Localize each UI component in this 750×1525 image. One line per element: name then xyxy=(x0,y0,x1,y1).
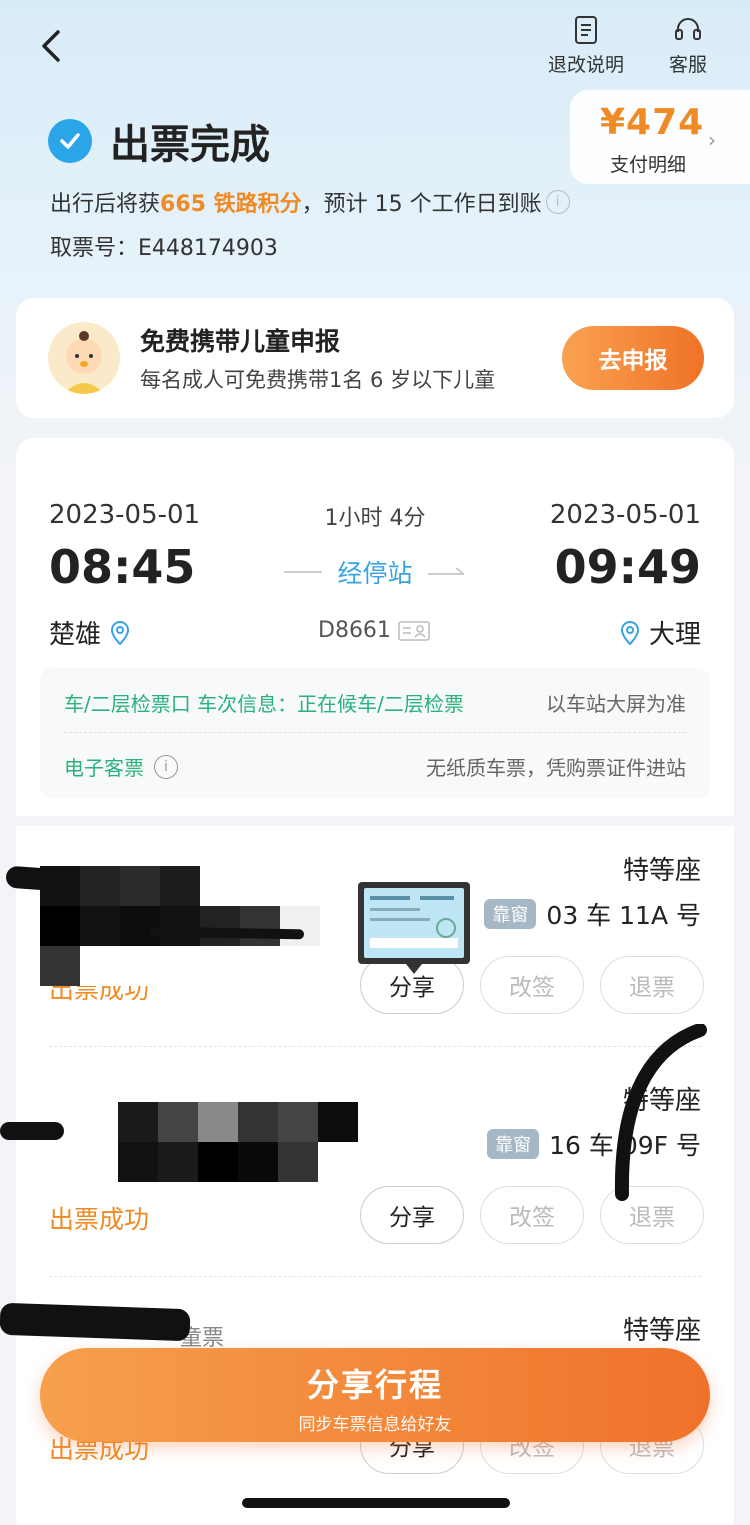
arrival-date: 2023-05-01 xyxy=(549,500,701,530)
arrival-station-name: 大理 xyxy=(648,620,701,650)
e-ticket-label[interactable]: 电子客票 i xyxy=(64,752,178,781)
popover-caret xyxy=(406,964,422,974)
train-number[interactable]: D8661 xyxy=(318,618,431,643)
arrow-right-icon xyxy=(427,567,465,575)
document-icon xyxy=(575,16,597,44)
divider xyxy=(64,732,686,733)
points-suffix: ，预计 15 个工作日到账 xyxy=(301,192,542,217)
train-info-icon xyxy=(398,620,430,641)
info-icon: i xyxy=(154,754,178,779)
window-seat-tag: 靠窗 xyxy=(484,899,537,929)
seat-info: 靠窗 03 车 11A 号 xyxy=(484,896,701,932)
arrival-time: 09:49 xyxy=(554,540,701,594)
route-line-left xyxy=(284,571,322,573)
departure-time: 08:45 xyxy=(49,540,196,594)
window-seat-tag: 靠窗 xyxy=(487,1129,540,1159)
departure-station-name: 楚雄 xyxy=(49,620,102,650)
seat-class: 特等座 xyxy=(622,856,701,886)
stops-label: 经停站 xyxy=(337,559,413,588)
refund-policy-button[interactable]: 退改说明 xyxy=(541,14,631,77)
declare-button[interactable]: 去申报 xyxy=(562,326,704,390)
train-number-text: D8661 xyxy=(318,618,391,643)
location-pin-icon xyxy=(111,620,130,645)
refund-button[interactable]: 退票 xyxy=(600,956,704,1014)
points-prefix: 出行后将获 xyxy=(50,192,161,217)
share-trip-button[interactable]: 分享行程 同步车票信息给好友 xyxy=(40,1348,710,1442)
share-trip-title: 分享行程 xyxy=(306,1366,443,1404)
points-amount: 665 铁路积分 xyxy=(160,192,302,217)
paperless-note: 无纸质车票，凭购票证件进站 xyxy=(426,756,686,780)
ticket-thumbnail xyxy=(364,888,464,958)
scribble-redaction xyxy=(0,1302,191,1342)
chevron-right-icon: › xyxy=(708,128,716,152)
child-avatar xyxy=(48,322,120,394)
payment-detail-label: 支付明细 xyxy=(610,154,687,176)
ticket-share-preview[interactable] xyxy=(358,882,470,974)
scribble-redaction xyxy=(0,1122,64,1140)
arrival-station[interactable]: 大理 xyxy=(611,614,701,651)
mosaic-redaction xyxy=(40,866,320,986)
share-button[interactable]: 分享 xyxy=(360,1186,464,1244)
back-arrow-icon xyxy=(42,30,60,62)
change-button[interactable]: 改签 xyxy=(480,956,584,1014)
change-button[interactable]: 改签 xyxy=(480,1186,584,1244)
seat-number: 03 车 11A 号 xyxy=(546,901,701,930)
train-info-box: 车/二层检票口 车次信息：正在候车/二层检票 以车站大屏为准 电子客票 i 无纸… xyxy=(40,668,710,798)
e-ticket-text: 电子客票 xyxy=(64,756,144,780)
status-title: 出票完成 xyxy=(110,122,270,168)
seat-class: 特等座 xyxy=(622,1316,701,1346)
payment-detail-card[interactable]: ¥474 支付明细 › xyxy=(570,90,750,184)
customer-service-button[interactable]: 客服 xyxy=(643,14,733,77)
location-pin-icon xyxy=(620,620,639,645)
points-info: 出行后将获 665 铁路积分 ，预计 15 个工作日到账 i xyxy=(50,186,570,218)
info-icon[interactable]: i xyxy=(545,190,570,214)
scribble-redaction xyxy=(614,1024,707,1201)
share-trip-subtitle: 同步车票信息给好友 xyxy=(298,1415,452,1435)
child-declare-title: 免费携带儿童申报 xyxy=(140,327,341,356)
order-status: 出票完成 xyxy=(48,112,270,170)
mosaic-redaction xyxy=(118,1102,358,1182)
refund-policy-label: 退改说明 xyxy=(547,54,624,76)
ticket-number: 取票号：E448174903 xyxy=(50,236,278,261)
ticket-status: 出票成功 xyxy=(49,1205,150,1234)
divider xyxy=(49,1276,701,1277)
stops-link[interactable]: 经停站 xyxy=(284,554,466,590)
check-circle-icon xyxy=(48,119,92,163)
station-screen-note: 以车站大屏为准 xyxy=(546,692,686,716)
headset-icon xyxy=(675,18,701,40)
home-indicator[interactable] xyxy=(242,1498,510,1508)
child-declare-subtitle: 每名成人可免费携带1名 6 岁以下儿童 xyxy=(140,368,496,392)
back-button[interactable] xyxy=(30,22,78,70)
customer-service-label: 客服 xyxy=(668,54,707,76)
total-price: ¥474 xyxy=(600,102,705,143)
child-declare-card: 免费携带儿童申报 每名成人可免费携带1名 6 岁以下儿童 去申报 xyxy=(16,298,734,418)
check-in-gate-marquee: 车/二层检票口 车次信息：正在候车/二层检票 xyxy=(64,692,464,716)
section-divider xyxy=(16,816,734,826)
departure-station[interactable]: 楚雄 xyxy=(49,614,139,651)
